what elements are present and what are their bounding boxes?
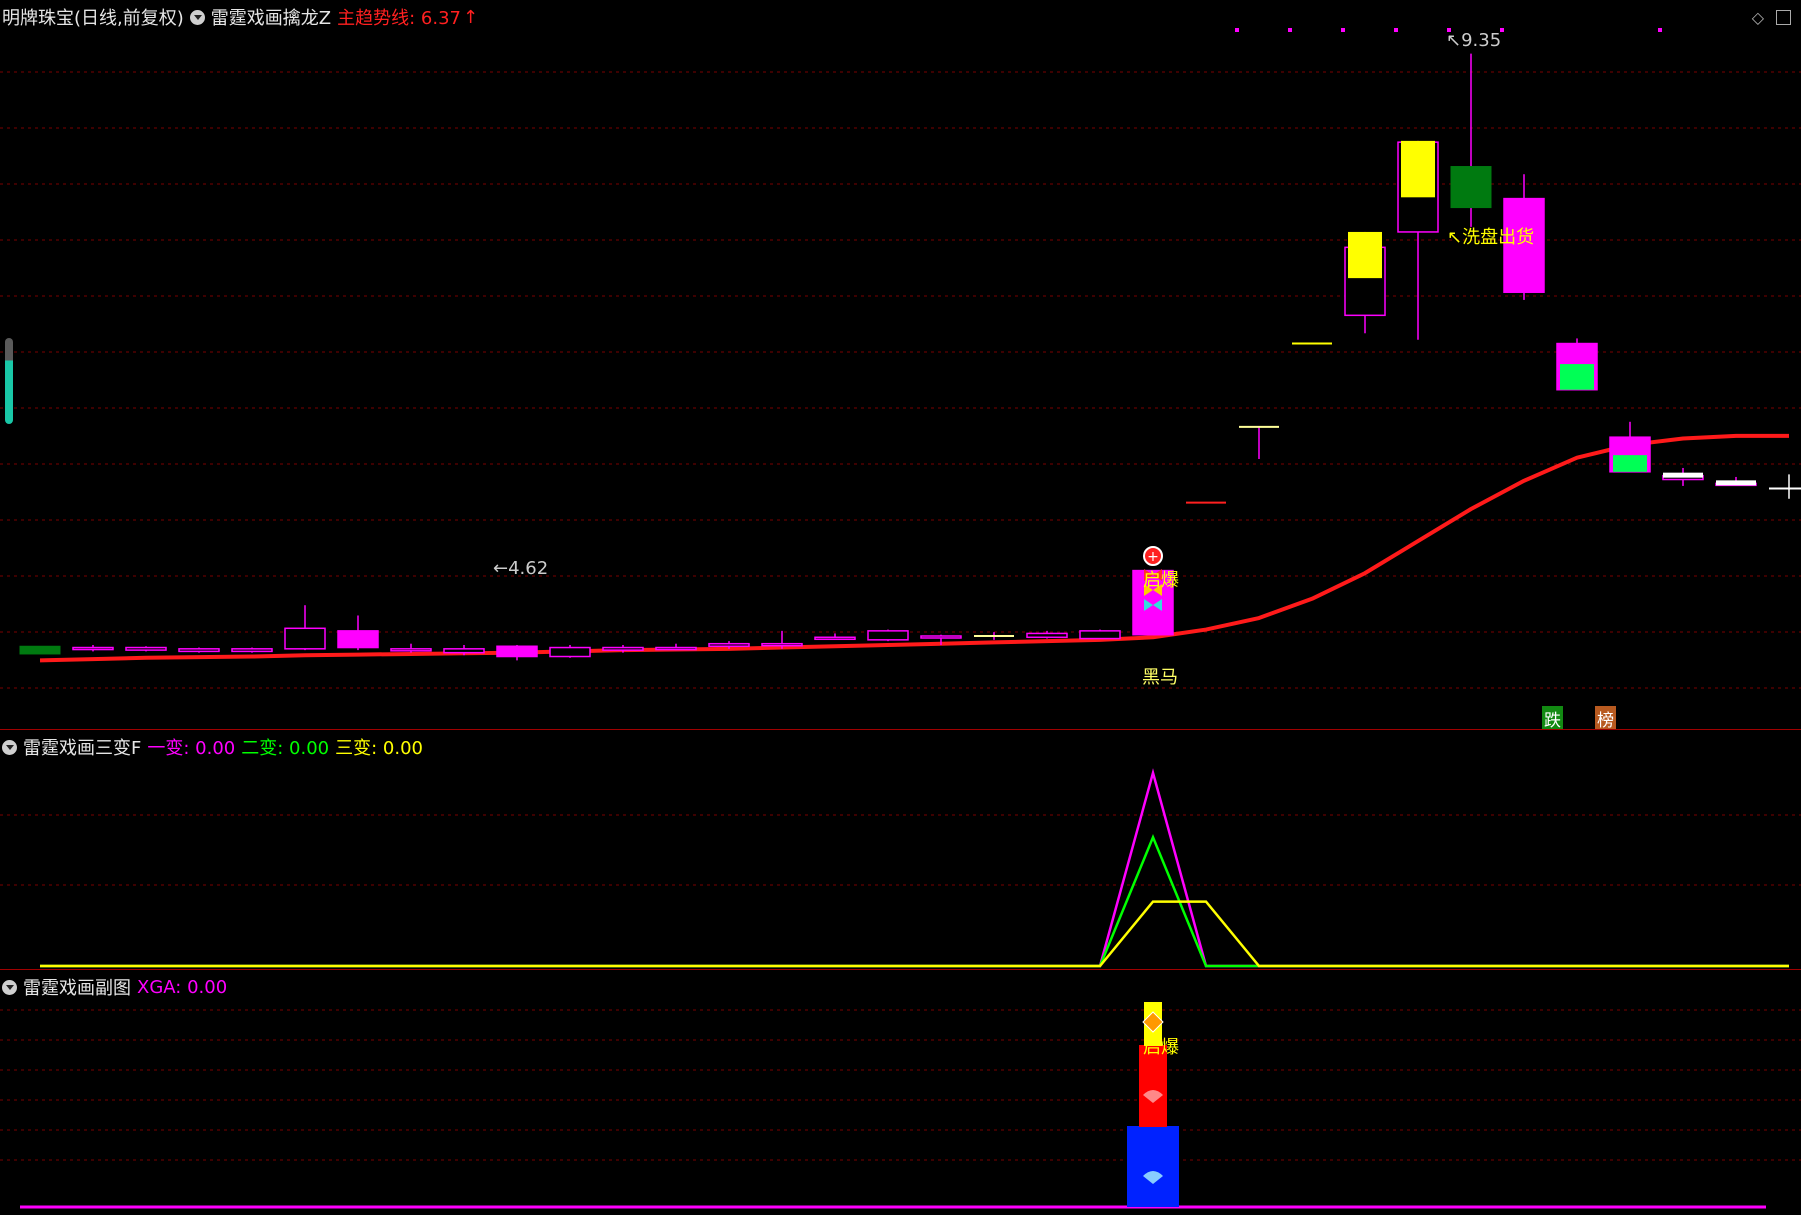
candle-body-up [814, 636, 856, 641]
darkhorse-signal-label: 黑马 [1142, 667, 1178, 688]
candle-body-up [655, 646, 697, 651]
signal-overlay [1613, 455, 1647, 472]
ind2-name[interactable]: 雷霆戏画副图 [23, 974, 131, 1000]
indicator-menu-icon[interactable] [189, 9, 205, 25]
candle-body-up [231, 648, 273, 653]
candle-body-up [284, 627, 326, 650]
trend-line [39, 433, 1789, 663]
series-v1 [40, 768, 1789, 968]
rank-tag: 榜 [1595, 706, 1616, 729]
candle-body-up [549, 646, 591, 658]
top-marker-dot [1235, 28, 1239, 32]
signal-overlay [1560, 364, 1594, 390]
blue-bar [1127, 1126, 1179, 1207]
top-marker-dot [1394, 28, 1398, 32]
signal-overlay [1401, 140, 1435, 198]
indicator-name[interactable]: 雷霆戏画擒龙Z [211, 4, 331, 30]
candle-body-up [390, 648, 432, 652]
ind1-name[interactable]: 雷霆戏画三变F [23, 734, 141, 760]
three-change-chart[interactable] [0, 730, 1801, 970]
indicator-panel-2[interactable]: 雷霆戏画副图 XGA: 0.00 启爆 [0, 969, 1801, 1215]
candle-white-body [1663, 472, 1703, 478]
candle-body-up [443, 648, 485, 654]
candle-body-up [496, 645, 538, 658]
wash-signal-label: ↖洗盘出货 [1447, 227, 1535, 248]
sub-chart[interactable] [0, 970, 1801, 1215]
candle-body-down [1450, 166, 1492, 209]
candle-body-up [708, 642, 750, 648]
candlestick-chart[interactable]: + [0, 0, 1801, 729]
ind2-menu-icon[interactable] [2, 979, 17, 995]
low-price-label: ←4.62 [493, 558, 549, 579]
trend-up-arrow-icon: ↑ [463, 6, 479, 28]
candle-body-up [1026, 632, 1068, 639]
candle-body-up [920, 635, 962, 639]
indicator-panel-1[interactable]: 雷霆戏画三变F 一变: 0.00 二变: 0.00 三变: 0.00 [0, 729, 1801, 970]
ind1-menu-icon[interactable] [2, 739, 17, 755]
candle-body-down [19, 645, 61, 655]
candle-body-up [602, 646, 644, 651]
ind2-xga-label: XGA: 0.00 [137, 976, 228, 998]
ind1-header: 雷霆戏画三变F 一变: 0.00 二变: 0.00 三变: 0.00 [2, 734, 423, 760]
window-toggle-icon[interactable] [1776, 10, 1791, 25]
drop-tag: 跌 [1542, 706, 1563, 729]
ind1-v1-label: 一变: 0.00 [147, 738, 236, 759]
stock-title[interactable]: 明牌珠宝(日线,前复权) [2, 4, 184, 30]
candle-body-up [761, 642, 803, 647]
candle-body-up [178, 648, 220, 653]
top-marker-dot [1658, 28, 1662, 32]
candle-body-up [125, 646, 167, 651]
candle-body-up [1079, 630, 1121, 640]
burst-signal-label: 启爆 [1143, 570, 1179, 591]
main-chart-panel[interactable]: + 明牌珠宝(日线,前复权) 雷霆戏画擒龙Z 主趋势线: 6.37 ↑ ◇ ↖9… [0, 0, 1801, 729]
panel-controls: ◇ [1752, 8, 1791, 27]
ind2-burst-label: 启爆 [1143, 1037, 1179, 1058]
ind1-v2-label: 二变: 0.00 [241, 738, 330, 759]
series-v3 [40, 900, 1789, 968]
top-marker-dot [1288, 28, 1292, 32]
ind2-header: 雷霆戏画副图 XGA: 0.00 [2, 974, 227, 1000]
high-price-label: ↖9.35 [1446, 30, 1502, 51]
trend-line-value: 主趋势线: 6.37 [337, 8, 461, 29]
diamond-icon[interactable]: ◇ [1752, 8, 1764, 27]
candle-body-up [72, 646, 114, 651]
ind1-v3-label: 三变: 0.00 [335, 738, 423, 759]
candle-white-body [1716, 480, 1756, 486]
signal-overlay [1348, 231, 1382, 279]
plus-icon: + [1147, 549, 1159, 565]
candle-body-up [867, 630, 909, 641]
top-marker-dot [1341, 28, 1345, 32]
series-v2 [40, 833, 1789, 968]
vertical-scroll-indicator[interactable] [5, 338, 13, 424]
main-header: 明牌珠宝(日线,前复权) 雷霆戏画擒龙Z 主趋势线: 6.37 ↑ [2, 4, 478, 30]
candle-body-up [337, 630, 379, 649]
